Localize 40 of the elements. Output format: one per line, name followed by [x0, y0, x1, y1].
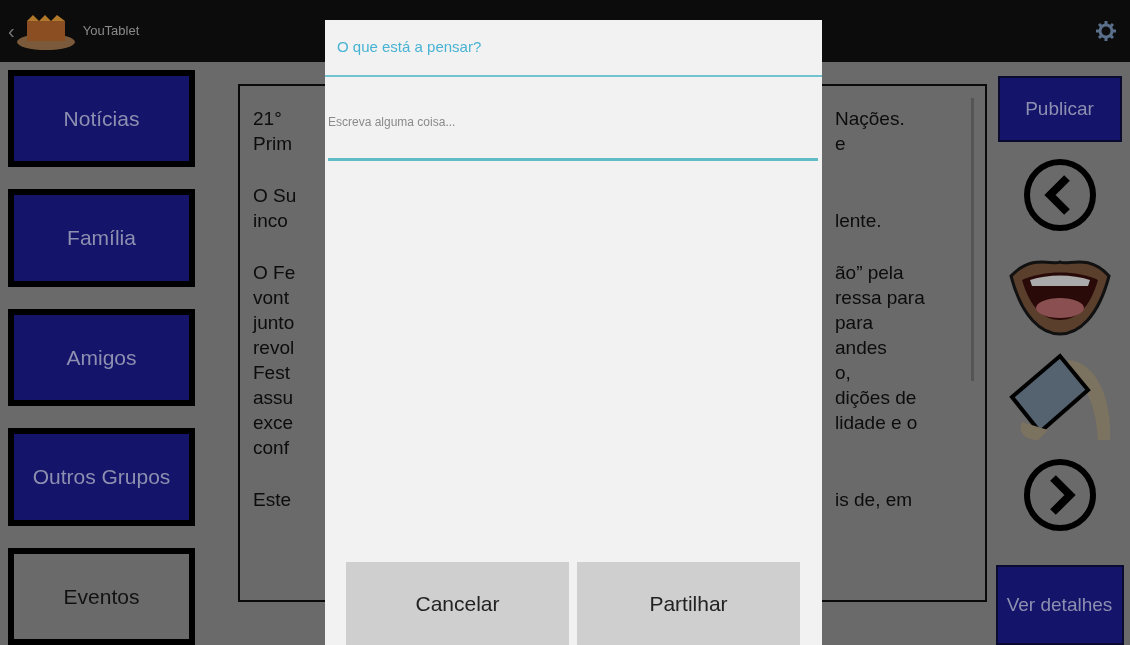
dialog-button[interactable]: Partilhar [577, 562, 800, 645]
text-line: vont [253, 286, 290, 310]
text-line: andes [835, 336, 887, 360]
text-line: dições de [835, 386, 917, 410]
text-line: lente. [835, 209, 882, 233]
text-line: Este [253, 488, 293, 512]
text-line: para [835, 311, 874, 335]
text-line: O Su [253, 184, 298, 208]
action-button[interactable]: Ver detalhes [995, 565, 1124, 645]
text-line: ressa para [835, 286, 925, 310]
text-line: exce [253, 411, 295, 435]
text-line: Prim [253, 132, 294, 156]
text-line: is de, em [835, 488, 913, 512]
dialog-title: O que está a pensar? [325, 20, 822, 77]
text-line: conf [253, 436, 290, 460]
text-line: Fest [253, 361, 291, 385]
nav-button[interactable]: Notícias [8, 70, 195, 168]
next-icon[interactable] [1022, 458, 1097, 532]
text-line: lidade e o [835, 411, 918, 435]
text-line: o, [835, 361, 851, 385]
text-line: ão” pela [835, 261, 904, 285]
nav-button[interactable]: Amigos [8, 308, 195, 407]
settings-icon[interactable] [1094, 19, 1118, 43]
text-line: Nações. [835, 107, 905, 131]
input-field[interactable]: Escreva alguma coisa... [328, 99, 818, 161]
tablet-hands-icon[interactable] [1007, 352, 1112, 442]
text-line: assu [253, 386, 295, 410]
text-line: inco [253, 209, 289, 233]
text-line: junto [253, 311, 296, 335]
action-button[interactable]: Publicar [997, 76, 1122, 142]
nav-button[interactable]: Eventos [8, 547, 195, 645]
nav-button[interactable]: Outros Grupos [8, 428, 195, 526]
text-line: revol [253, 336, 296, 360]
nav-button[interactable]: Família [8, 189, 195, 287]
text-line: O Fe [253, 261, 297, 285]
previous-icon[interactable] [1022, 158, 1097, 232]
app-title: YouTablet [82, 22, 140, 41]
dialog-button[interactable]: Cancelar [346, 562, 569, 645]
text-line: e [835, 132, 846, 156]
back-icon[interactable]: ‹ [8, 21, 15, 41]
